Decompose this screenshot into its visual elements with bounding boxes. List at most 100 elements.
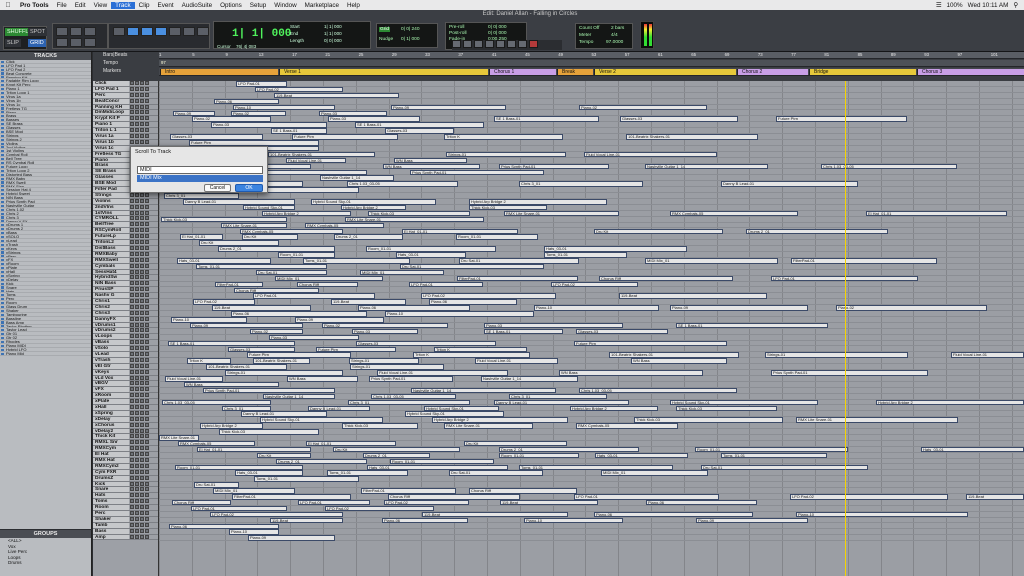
mute-icon[interactable] bbox=[140, 216, 144, 221]
nudge-value[interactable]: 0| 1| 000 bbox=[401, 37, 420, 42]
clip[interactable]: LFO Pad-01 bbox=[298, 499, 370, 506]
clip[interactable]: Thick Kick-03 bbox=[368, 210, 470, 217]
track-name[interactable]: vFX bbox=[93, 387, 129, 393]
solo-icon[interactable] bbox=[135, 228, 139, 233]
solo-icon[interactable] bbox=[135, 234, 139, 239]
track-name[interactable]: TritonL2 bbox=[93, 240, 129, 245]
track-name[interactable]: vSolo bbox=[93, 346, 129, 351]
clip[interactable]: Chorus Riff bbox=[599, 275, 733, 282]
mute-icon[interactable] bbox=[140, 404, 144, 409]
track-name[interactable]: Brass bbox=[93, 163, 129, 169]
clip[interactable]: 119-Beat bbox=[619, 293, 767, 299]
track-name[interactable]: HybridSw bbox=[93, 275, 129, 281]
clip[interactable]: Drums 2_01 bbox=[499, 446, 639, 453]
track-name[interactable]: DistBass bbox=[93, 245, 129, 251]
clip[interactable]: El Hat_01-01 bbox=[402, 228, 518, 235]
clip[interactable]: Dru Kit bbox=[464, 440, 567, 447]
clip[interactable]: Strings-01 bbox=[349, 358, 419, 364]
clip[interactable]: Drums 2_01 bbox=[363, 452, 430, 459]
mute-icon[interactable] bbox=[140, 222, 144, 227]
solo-icon[interactable] bbox=[135, 481, 139, 486]
track-name[interactable]: vLoops bbox=[93, 334, 129, 340]
solo-icon[interactable] bbox=[135, 104, 139, 109]
mute-icon[interactable] bbox=[140, 92, 144, 97]
clip[interactable]: Prius Synth Pad-01 bbox=[771, 370, 928, 376]
clip[interactable]: 119-Beat bbox=[331, 299, 406, 305]
solo-icon[interactable] bbox=[135, 298, 139, 303]
wifi-icon[interactable]: ☰ bbox=[936, 2, 942, 9]
clip[interactable]: LFO Pad-02 bbox=[255, 86, 343, 93]
record-enable-icon[interactable] bbox=[130, 222, 134, 227]
automation-icon[interactable] bbox=[145, 139, 149, 144]
record-enable-icon[interactable] bbox=[130, 298, 134, 303]
track-name[interactable]: vDrums2 bbox=[93, 328, 129, 334]
track-name[interactable]: Fretless TG bbox=[93, 151, 129, 157]
clip[interactable]: SE 1 Bass-01 bbox=[271, 128, 327, 134]
record-enable-icon[interactable] bbox=[130, 357, 134, 362]
automation-icon[interactable] bbox=[145, 210, 149, 215]
record-button[interactable] bbox=[529, 40, 538, 48]
clip[interactable]: Nashville Guitar 1_14 bbox=[411, 387, 556, 394]
automation-icon[interactable] bbox=[145, 534, 149, 539]
solo-icon[interactable] bbox=[135, 216, 139, 221]
track-name[interactable]: vTrash bbox=[93, 357, 129, 363]
pencil-tool-icon[interactable] bbox=[183, 27, 195, 36]
solo-icon[interactable] bbox=[135, 316, 139, 321]
bars-ruler[interactable]: 1 5 9 13 17 21 25 29 33 37 41 45 49 53 57 61 65 69 73 77 81 8… bbox=[159, 52, 1024, 59]
mute-icon[interactable] bbox=[140, 334, 144, 339]
record-enable-icon[interactable] bbox=[130, 493, 134, 498]
clip[interactable]: 119-Beat bbox=[500, 499, 598, 506]
clip[interactable]: Glasses-03 bbox=[356, 340, 496, 347]
track-lane[interactable]: Piano-09 bbox=[159, 535, 1024, 542]
record-enable-icon[interactable] bbox=[130, 228, 134, 233]
clip[interactable]: Dru Sat-01 bbox=[256, 269, 327, 276]
record-enable-icon[interactable] bbox=[130, 310, 134, 315]
solo-icon[interactable] bbox=[135, 340, 139, 345]
track-name[interactable]: Violins bbox=[93, 198, 129, 204]
clip[interactable]: Strings-01 bbox=[446, 151, 566, 158]
record-enable-icon[interactable] bbox=[130, 139, 134, 144]
solo-icon[interactable] bbox=[135, 192, 139, 197]
zoom-preset-3[interactable] bbox=[84, 38, 96, 47]
automation-icon[interactable] bbox=[145, 340, 149, 345]
postroll-value[interactable]: 0| 0| 000 bbox=[488, 31, 507, 36]
automation-icon[interactable] bbox=[145, 251, 149, 256]
clip[interactable]: Chorus Riff bbox=[234, 287, 319, 294]
clip[interactable]: Dru Kit bbox=[257, 452, 311, 459]
solo-icon[interactable] bbox=[135, 375, 139, 380]
marker[interactable]: Chorus 3 bbox=[917, 69, 1024, 75]
track-name[interactable]: xPlate bbox=[93, 399, 129, 405]
solo-icon[interactable] bbox=[135, 528, 139, 533]
clip[interactable]: Toms_01-01 bbox=[303, 258, 410, 264]
clip[interactable]: Glasses-03 bbox=[228, 346, 295, 353]
clip[interactable]: Chris 1.03_03-05 bbox=[371, 393, 456, 400]
clip[interactable]: Room_01-01 bbox=[390, 458, 494, 465]
mute-icon[interactable] bbox=[140, 481, 144, 486]
automation-icon[interactable] bbox=[145, 104, 149, 109]
zoomer-tool-icon[interactable] bbox=[113, 27, 125, 36]
menu-item-setup[interactable]: Setup bbox=[246, 2, 270, 9]
clip[interactable]: Hybrid Arp Bridge 2 bbox=[341, 204, 406, 211]
automation-icon[interactable] bbox=[145, 110, 149, 115]
track-name[interactable]: DmMidiLoop bbox=[93, 110, 129, 116]
track-name[interactable]: El Hat bbox=[93, 452, 129, 458]
mute-icon[interactable] bbox=[140, 316, 144, 321]
bars-ruler-label[interactable]: Bars|Beats bbox=[103, 52, 127, 59]
zoom-preset-1[interactable] bbox=[56, 38, 68, 47]
record-enable-icon[interactable] bbox=[130, 511, 134, 516]
record-enable-icon[interactable] bbox=[130, 98, 134, 103]
clip[interactable]: Piano-03 bbox=[328, 116, 420, 122]
automation-icon[interactable] bbox=[145, 428, 149, 433]
menu-item-clip[interactable]: Clip bbox=[135, 2, 154, 9]
start-value[interactable]: 1| 1| 000 bbox=[324, 24, 342, 29]
automation-icon[interactable] bbox=[145, 293, 149, 298]
automation-icon[interactable] bbox=[145, 316, 149, 321]
track-name[interactable]: Filter Pad bbox=[93, 187, 129, 192]
clip[interactable]: LFO Pad-02 bbox=[210, 511, 343, 518]
automation-icon[interactable] bbox=[145, 81, 149, 85]
solo-icon[interactable] bbox=[135, 499, 139, 504]
clip[interactable]: Hybrid Arp Bridge 2 bbox=[262, 210, 351, 217]
clip[interactable]: Thick Kick-03 bbox=[219, 429, 319, 435]
clip[interactable]: Dru Sat-01 bbox=[449, 470, 543, 476]
record-enable-icon[interactable] bbox=[130, 452, 134, 457]
